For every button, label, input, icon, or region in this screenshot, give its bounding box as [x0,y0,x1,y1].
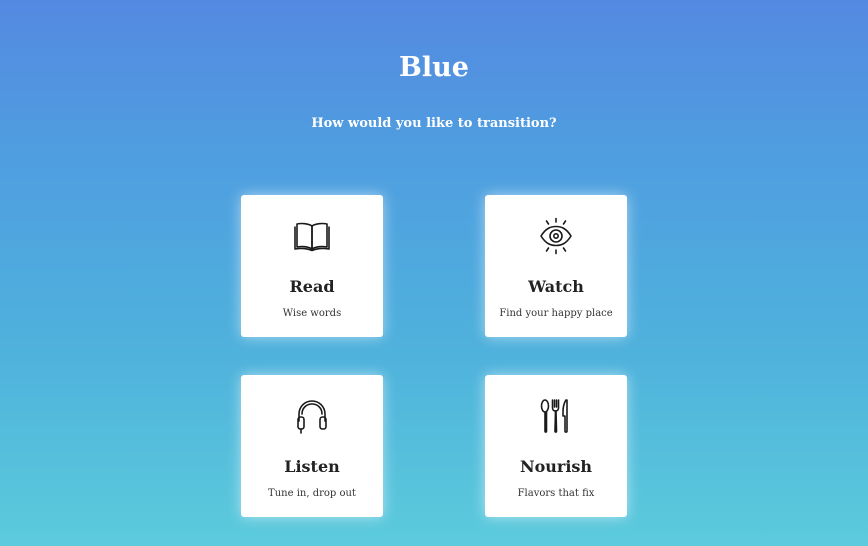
card-title: Nourish [519,457,593,476]
card-listen[interactable]: Listen Tune in, drop out [241,375,383,517]
card-description: Find your happy place [499,308,613,319]
page-title: Blue [399,52,469,83]
card-title: Listen [284,457,340,476]
page-subtitle: How would you like to transition? [311,116,557,131]
eye-icon [537,217,575,255]
card-nourish[interactable]: Nourish Flavors that fix [485,375,627,517]
book-icon [293,217,331,255]
card-title: Watch [528,277,584,296]
card-description: Wise words [282,308,342,319]
utensils-icon [537,397,575,435]
card-watch[interactable]: Watch Find your happy place [485,195,627,337]
card-description: Tune in, drop out [268,488,356,499]
card-title: Read [289,277,335,296]
card-read[interactable]: Read Wise words [241,195,383,337]
card-description: Flavors that fix [517,488,595,499]
headphones-icon [293,397,331,435]
